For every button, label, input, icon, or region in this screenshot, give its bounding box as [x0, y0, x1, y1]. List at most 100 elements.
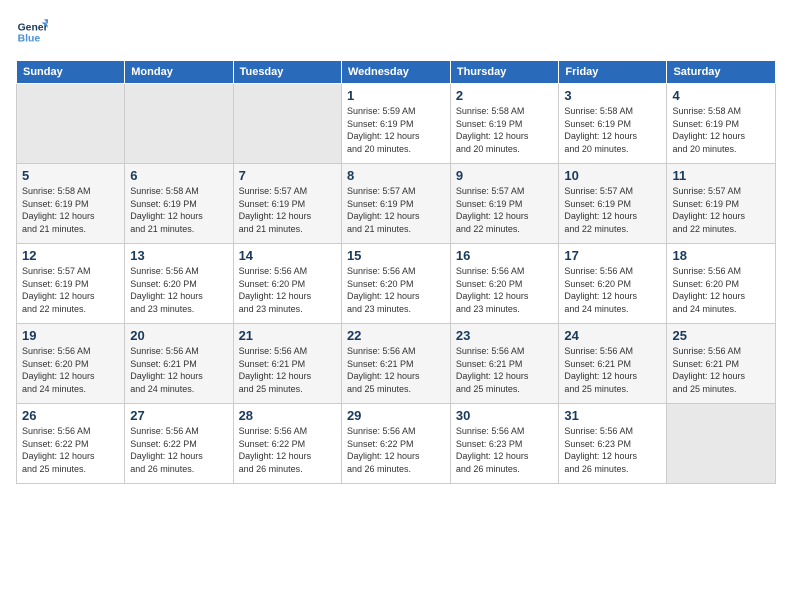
day-number: 25 — [672, 328, 770, 343]
week-row-2: 5 Sunrise: 5:58 AM Sunset: 6:19 PM Daylig… — [17, 164, 776, 244]
day-number: 7 — [239, 168, 336, 183]
day-number: 5 — [22, 168, 119, 183]
day-cell: 20 Sunrise: 5:56 AM Sunset: 6:21 PM Dayli… — [125, 324, 233, 404]
day-cell: 27Sunrise: 5:56 AM Sunset: 6:22 PM Dayli… — [125, 404, 233, 484]
day-cell: 10Sunrise: 5:57 AM Sunset: 6:19 PM Dayli… — [559, 164, 667, 244]
day-number: 11 — [672, 168, 770, 183]
logo: General Blue — [16, 16, 48, 48]
day-detail: Sunrise: 5:58 AM Sunset: 6:19 PM Dayligh… — [672, 105, 770, 155]
day-detail: Sunrise: 5:58 AM Sunset: 6:19 PM Dayligh… — [22, 185, 119, 235]
page-header: General Blue — [16, 16, 776, 48]
day-cell — [125, 84, 233, 164]
day-number: 10 — [564, 168, 661, 183]
header-cell-tuesday: Tuesday — [233, 61, 341, 84]
day-cell: 19 Sunrise: 5:56 AM Sunset: 6:20 PM Dayli… — [17, 324, 125, 404]
day-number: 9 — [456, 168, 554, 183]
day-cell — [17, 84, 125, 164]
day-cell: 4 Sunrise: 5:58 AM Sunset: 6:19 PM Daylig… — [667, 84, 776, 164]
day-number: 29 — [347, 408, 445, 423]
day-detail: Sunrise: 5:56 AM Sunset: 6:22 PM Dayligh… — [22, 425, 119, 475]
day-cell: 5 Sunrise: 5:58 AM Sunset: 6:19 PM Daylig… — [17, 164, 125, 244]
day-detail: Sunrise: 5:58 AM Sunset: 6:19 PM Dayligh… — [456, 105, 554, 155]
header-row: SundayMondayTuesdayWednesdayThursdayFrid… — [17, 61, 776, 84]
day-cell: 15Sunrise: 5:56 AM Sunset: 6:20 PM Dayli… — [341, 244, 450, 324]
day-cell: 24 Sunrise: 5:56 AM Sunset: 6:21 PM Dayli… — [559, 324, 667, 404]
week-row-3: 12 Sunrise: 5:57 AM Sunset: 6:19 PM Dayli… — [17, 244, 776, 324]
day-cell: 8Sunrise: 5:57 AM Sunset: 6:19 PM Daylig… — [341, 164, 450, 244]
day-detail: Sunrise: 5:56 AM Sunset: 6:21 PM Dayligh… — [130, 345, 227, 395]
day-cell: 18 Sunrise: 5:56 AM Sunset: 6:20 PM Dayli… — [667, 244, 776, 324]
day-detail: Sunrise: 5:56 AM Sunset: 6:20 PM Dayligh… — [347, 265, 445, 315]
day-number: 28 — [239, 408, 336, 423]
day-detail: Sunrise: 5:56 AM Sunset: 6:20 PM Dayligh… — [564, 265, 661, 315]
logo-icon: General Blue — [16, 16, 48, 48]
day-detail: Sunrise: 5:56 AM Sunset: 6:21 PM Dayligh… — [456, 345, 554, 395]
day-number: 4 — [672, 88, 770, 103]
svg-text:General: General — [18, 22, 48, 33]
header-cell-sunday: Sunday — [17, 61, 125, 84]
day-cell: 21Sunrise: 5:56 AM Sunset: 6:21 PM Dayli… — [233, 324, 341, 404]
week-row-5: 26 Sunrise: 5:56 AM Sunset: 6:22 PM Dayli… — [17, 404, 776, 484]
day-detail: Sunrise: 5:56 AM Sunset: 6:22 PM Dayligh… — [347, 425, 445, 475]
day-cell: 17 Sunrise: 5:56 AM Sunset: 6:20 PM Dayli… — [559, 244, 667, 324]
day-detail: Sunrise: 5:57 AM Sunset: 6:19 PM Dayligh… — [22, 265, 119, 315]
week-row-4: 19 Sunrise: 5:56 AM Sunset: 6:20 PM Dayli… — [17, 324, 776, 404]
day-number: 13 — [130, 248, 227, 263]
day-cell — [667, 404, 776, 484]
day-cell: 23 Sunrise: 5:56 AM Sunset: 6:21 PM Dayli… — [450, 324, 559, 404]
day-cell: 6 Sunrise: 5:58 AM Sunset: 6:19 PM Daylig… — [125, 164, 233, 244]
day-detail: Sunrise: 5:56 AM Sunset: 6:20 PM Dayligh… — [130, 265, 227, 315]
day-number: 27 — [130, 408, 227, 423]
calendar-table: SundayMondayTuesdayWednesdayThursdayFrid… — [16, 60, 776, 484]
day-number: 22 — [347, 328, 445, 343]
header-cell-thursday: Thursday — [450, 61, 559, 84]
day-detail: Sunrise: 5:59 AM Sunset: 6:19 PM Dayligh… — [347, 105, 445, 155]
day-number: 23 — [456, 328, 554, 343]
day-detail: Sunrise: 5:56 AM Sunset: 6:20 PM Dayligh… — [456, 265, 554, 315]
day-cell: 9 Sunrise: 5:57 AM Sunset: 6:19 PM Daylig… — [450, 164, 559, 244]
day-detail: Sunrise: 5:56 AM Sunset: 6:20 PM Dayligh… — [22, 345, 119, 395]
day-number: 31 — [564, 408, 661, 423]
week-row-1: 1 Sunrise: 5:59 AM Sunset: 6:19 PM Daylig… — [17, 84, 776, 164]
day-number: 17 — [564, 248, 661, 263]
header-cell-wednesday: Wednesday — [341, 61, 450, 84]
day-cell: 28 Sunrise: 5:56 AM Sunset: 6:22 PM Dayli… — [233, 404, 341, 484]
day-detail: Sunrise: 5:56 AM Sunset: 6:22 PM Dayligh… — [239, 425, 336, 475]
header-cell-monday: Monday — [125, 61, 233, 84]
header-cell-saturday: Saturday — [667, 61, 776, 84]
day-number: 18 — [672, 248, 770, 263]
day-number: 12 — [22, 248, 119, 263]
day-detail: Sunrise: 5:56 AM Sunset: 6:21 PM Dayligh… — [672, 345, 770, 395]
day-detail: Sunrise: 5:57 AM Sunset: 6:19 PM Dayligh… — [456, 185, 554, 235]
day-cell: 11Sunrise: 5:57 AM Sunset: 6:19 PM Dayli… — [667, 164, 776, 244]
day-cell: 2Sunrise: 5:58 AM Sunset: 6:19 PM Daylig… — [450, 84, 559, 164]
day-number: 20 — [130, 328, 227, 343]
day-number: 30 — [456, 408, 554, 423]
day-detail: Sunrise: 5:58 AM Sunset: 6:19 PM Dayligh… — [130, 185, 227, 235]
day-detail: Sunrise: 5:56 AM Sunset: 6:23 PM Dayligh… — [564, 425, 661, 475]
day-cell: 26 Sunrise: 5:56 AM Sunset: 6:22 PM Dayli… — [17, 404, 125, 484]
day-detail: Sunrise: 5:56 AM Sunset: 6:21 PM Dayligh… — [347, 345, 445, 395]
day-number: 26 — [22, 408, 119, 423]
day-cell: 12 Sunrise: 5:57 AM Sunset: 6:19 PM Dayli… — [17, 244, 125, 324]
day-detail: Sunrise: 5:58 AM Sunset: 6:19 PM Dayligh… — [564, 105, 661, 155]
day-cell: 1 Sunrise: 5:59 AM Sunset: 6:19 PM Daylig… — [341, 84, 450, 164]
day-detail: Sunrise: 5:57 AM Sunset: 6:19 PM Dayligh… — [239, 185, 336, 235]
day-cell: 30 Sunrise: 5:56 AM Sunset: 6:23 PM Dayli… — [450, 404, 559, 484]
day-cell — [233, 84, 341, 164]
day-cell: 29 Sunrise: 5:56 AM Sunset: 6:22 PM Dayli… — [341, 404, 450, 484]
day-detail: Sunrise: 5:57 AM Sunset: 6:19 PM Dayligh… — [347, 185, 445, 235]
day-number: 1 — [347, 88, 445, 103]
day-cell: 31 Sunrise: 5:56 AM Sunset: 6:23 PM Dayli… — [559, 404, 667, 484]
day-number: 24 — [564, 328, 661, 343]
day-number: 6 — [130, 168, 227, 183]
day-detail: Sunrise: 5:56 AM Sunset: 6:21 PM Dayligh… — [564, 345, 661, 395]
day-number: 21 — [239, 328, 336, 343]
day-detail: Sunrise: 5:56 AM Sunset: 6:20 PM Dayligh… — [672, 265, 770, 315]
day-cell: 25 Sunrise: 5:56 AM Sunset: 6:21 PM Dayli… — [667, 324, 776, 404]
day-cell: 22 Sunrise: 5:56 AM Sunset: 6:21 PM Dayli… — [341, 324, 450, 404]
day-detail: Sunrise: 5:56 AM Sunset: 6:23 PM Dayligh… — [456, 425, 554, 475]
day-cell: 13 Sunrise: 5:56 AM Sunset: 6:20 PM Dayli… — [125, 244, 233, 324]
day-number: 16 — [456, 248, 554, 263]
day-number: 19 — [22, 328, 119, 343]
